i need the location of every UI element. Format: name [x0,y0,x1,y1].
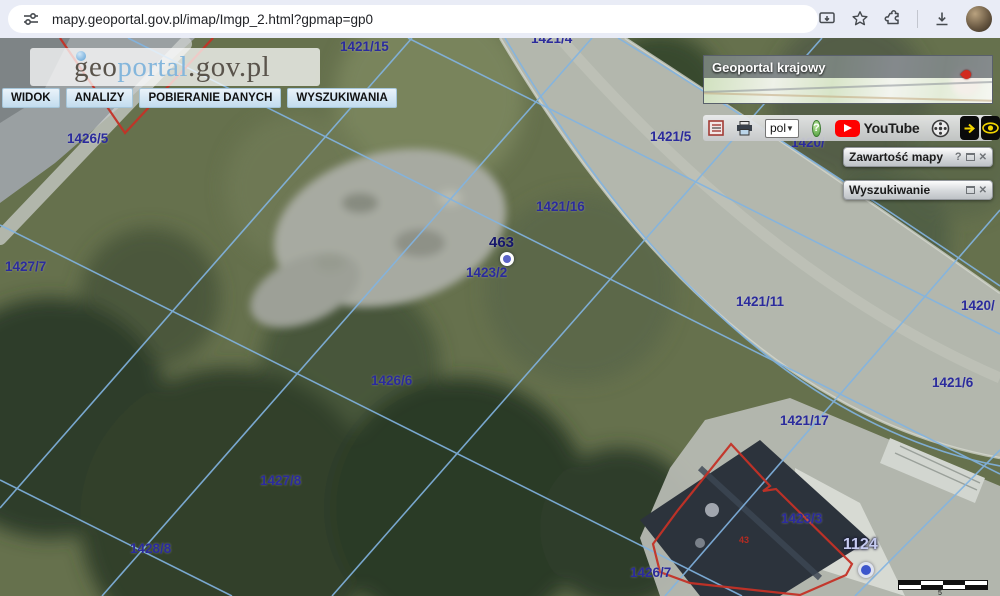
map-toolbar: pol ▼ ? YouTube [703,115,1000,141]
panel-close-button[interactable]: ✕ [979,152,987,163]
panel-maximize-button[interactable] [965,186,975,194]
url-text[interactable]: mapy.geoportal.gov.pl/imap/Imgp_2.html?g… [52,12,373,27]
menu-analizy[interactable]: ANALIZY [65,88,134,108]
panel-map-content[interactable]: Zawartość mapy ? ✕ [843,147,993,167]
youtube-link[interactable]: YouTube [834,119,920,137]
youtube-label: YouTube [863,120,920,136]
geoportal-header: geo portal .gov.pl WIDOK ANALIZY POBIERA… [2,48,397,108]
map-canvas[interactable]: 1421/15 1421/4 1426/5 1421/5 1420/ 1427/… [0,38,1000,596]
logo-text-suffix: .gov.pl [188,50,271,83]
extensions-icon[interactable] [884,10,902,28]
youtube-play-icon [834,119,860,137]
panel-title: Wyszukiwanie [849,183,931,197]
point-marker-1124[interactable] [858,562,874,578]
tune-icon[interactable] [22,10,40,28]
eye-icon [982,122,1000,134]
panel-buttons: ? ✕ [955,151,987,163]
help-button[interactable]: ? [811,119,821,137]
menu-pobieranie[interactable]: POBIERANIE DANYCH [139,88,282,108]
minimap-title: Geoportal krajowy [712,59,826,75]
language-value: pol [770,121,787,135]
accessibility-widget [960,116,1000,140]
panel-title: Zawartość mapy [849,150,944,164]
language-select[interactable]: pol ▼ [765,118,799,138]
minimap-road [704,92,992,102]
menu-wyszukiwania[interactable]: WYSZUKIWANIA [287,88,397,108]
scale-bar [898,580,988,590]
logo-text-portal: portal [117,50,189,83]
menu-widok[interactable]: WIDOK [2,88,60,108]
panel-close-button[interactable]: ✕ [979,185,987,196]
wheel-icon[interactable] [931,119,950,138]
panel-search[interactable]: Wyszukiwanie ✕ [843,180,993,200]
bookmark-star-icon[interactable] [851,10,869,28]
print-icon[interactable] [736,120,753,136]
panel-help-button[interactable]: ? [955,151,962,163]
point-marker-463[interactable] [500,252,514,266]
overview-minimap[interactable]: Geoportal krajowy [703,55,993,104]
install-app-icon[interactable] [818,10,836,28]
divider [917,10,918,28]
browser-actions [818,6,992,32]
arrow-right-icon [964,123,976,133]
legend-icon[interactable] [708,120,724,136]
geoportal-logo[interactable]: geo portal .gov.pl [30,48,320,86]
panel-maximize-button[interactable] [965,153,975,161]
address-bar[interactable]: mapy.geoportal.gov.pl/imap/Imgp_2.html?g… [8,5,818,33]
panel-buttons: ✕ [965,185,987,196]
skip-arrow-button[interactable] [960,116,980,140]
main-menu: WIDOK ANALIZY POBIERANIE DANYCH WYSZUKIW… [2,88,397,108]
chevron-down-icon: ▼ [786,123,794,133]
scale-number: 5 [938,590,942,596]
browser-toolbar: mapy.geoportal.gov.pl/imap/Imgp_2.html?g… [0,0,1000,38]
minimap-road [704,80,992,94]
profile-avatar[interactable] [966,6,992,32]
logo-globe-dot [76,51,86,61]
minimap-title-band: Geoportal krajowy [704,56,992,78]
downloads-icon[interactable] [933,10,951,28]
high-contrast-button[interactable] [981,116,1000,140]
